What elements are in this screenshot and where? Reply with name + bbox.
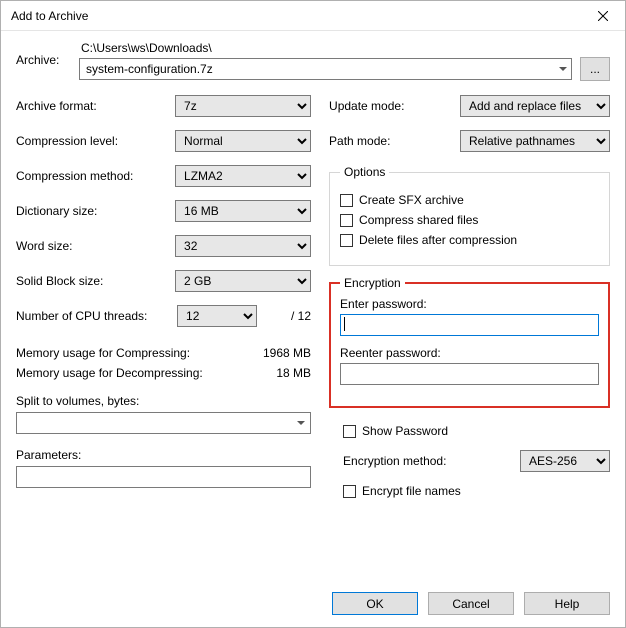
right-column: Update mode: Add and replace files Path … [329,95,610,580]
archive-label: Archive: [16,41,71,67]
ok-button[interactable]: OK [332,592,418,615]
shared-checkbox[interactable] [340,214,353,227]
split-volumes-combo[interactable] [16,412,311,434]
archive-name-value: system-configuration.7z [86,62,213,76]
cpu-threads-select[interactable]: 12 [177,305,257,327]
dialog-body: Archive: C:\Users\ws\Downloads\ system-c… [1,31,625,627]
sfx-checkbox[interactable] [340,194,353,207]
close-button[interactable] [580,1,625,31]
reenter-password-label: Reenter password: [340,346,599,360]
help-button[interactable]: Help [524,592,610,615]
close-icon [598,11,608,21]
word-size-select[interactable]: 32 [175,235,311,257]
titlebar: Add to Archive [1,1,625,31]
browse-button[interactable]: ... [580,57,610,81]
dialog-buttons: OK Cancel Help [16,580,610,615]
solid-block-size-select[interactable]: 2 GB [175,270,311,292]
mem-decompress-value: 18 MB [241,366,311,380]
word-size-label: Word size: [16,239,175,253]
archive-path: C:\Users\ws\Downloads\ [79,41,610,55]
archive-format-select[interactable]: 7z [175,95,311,117]
solid-block-size-label: Solid Block size: [16,274,175,288]
archive-name-combo[interactable]: system-configuration.7z [79,58,572,80]
options-legend: Options [340,165,389,179]
compression-method-select[interactable]: LZMA2 [175,165,311,187]
mem-decompress-label: Memory usage for Decompressing: [16,366,241,380]
compression-level-select[interactable]: Normal [175,130,311,152]
ellipsis-icon: ... [590,62,600,76]
encryption-method-select[interactable]: AES-256 [520,450,610,472]
options-group: Options Create SFX archive Compress shar… [329,165,610,266]
sfx-label: Create SFX archive [359,193,464,207]
add-to-archive-window: Add to Archive Archive: C:\Users\ws\Down… [0,0,626,628]
compression-method-label: Compression method: [16,169,175,183]
shared-label: Compress shared files [359,213,478,227]
cancel-button[interactable]: Cancel [428,592,514,615]
left-column: Archive format: 7z Compression level: No… [16,95,311,580]
text-caret [344,317,345,331]
split-volumes-label: Split to volumes, bytes: [16,394,311,408]
path-mode-label: Path mode: [329,134,460,148]
update-mode-label: Update mode: [329,99,460,113]
parameters-label: Parameters: [16,448,311,462]
dictionary-size-label: Dictionary size: [16,204,175,218]
chevron-down-icon [559,67,567,71]
encryption-method-label: Encryption method: [343,454,512,468]
encryption-group: Encryption Enter password: Reenter passw… [329,276,610,408]
show-password-checkbox[interactable] [343,425,356,438]
cpu-threads-label: Number of CPU threads: [16,309,177,323]
enter-password-input[interactable] [340,314,599,336]
parameters-input[interactable] [16,466,311,488]
mem-compress-label: Memory usage for Compressing: [16,346,241,360]
archive-format-label: Archive format: [16,99,175,113]
dictionary-size-select[interactable]: 16 MB [175,200,311,222]
encrypt-filenames-label: Encrypt file names [362,484,461,498]
show-password-label: Show Password [362,424,448,438]
mem-compress-value: 1968 MB [241,346,311,360]
update-mode-select[interactable]: Add and replace files [460,95,610,117]
archive-row: Archive: C:\Users\ws\Downloads\ system-c… [16,41,610,81]
enter-password-label: Enter password: [340,297,599,311]
path-mode-select[interactable]: Relative pathnames [460,130,610,152]
delete-after-label: Delete files after compression [359,233,517,247]
cpu-threads-max: / 12 [263,309,311,323]
window-title: Add to Archive [11,9,580,23]
reenter-password-input[interactable] [340,363,599,385]
delete-after-checkbox[interactable] [340,234,353,247]
compression-level-label: Compression level: [16,134,175,148]
encryption-legend: Encryption [340,276,405,290]
encrypt-filenames-checkbox[interactable] [343,485,356,498]
